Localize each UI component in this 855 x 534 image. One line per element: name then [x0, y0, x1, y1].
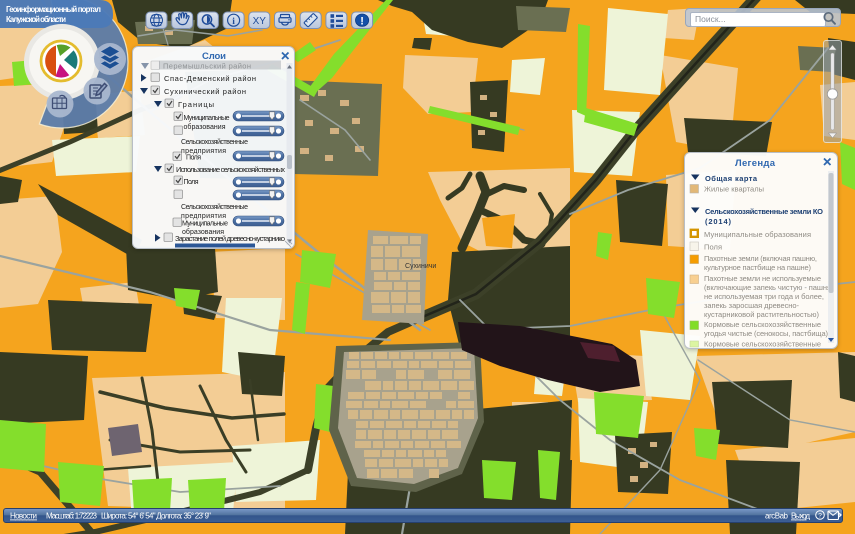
- svg-text:Сельскохозяйственные земли КО: Сельскохозяйственные земли КО: [705, 207, 823, 216]
- svg-text:?: ?: [818, 513, 822, 520]
- svg-text:(включающие запекь чистую - па: (включающие запекь чистую - пашня: [704, 283, 831, 292]
- svg-text:предприятия: предприятия: [181, 213, 226, 220]
- svg-text:Зарастание полей древесно-куст: Зарастание полей древесно-кустарнико: [175, 234, 285, 243]
- svg-text:Муниципальные: Муниципальные: [182, 221, 228, 228]
- svg-text:Легенда: Легенда: [735, 158, 776, 169]
- svg-text:Поля: Поля: [186, 155, 201, 162]
- svg-text:Сельскохозяйственные: Сельскохозяйственные: [181, 203, 248, 211]
- svg-text:Пахотные земли не используемые: Пахотные земли не используемые: [704, 274, 821, 283]
- svg-text:Масштаб: 1:72223: Масштаб: 1:72223: [46, 512, 98, 521]
- svg-text:Границы: Границы: [178, 100, 214, 109]
- svg-text:Поля: Поля: [184, 179, 199, 186]
- svg-text:Сухинический район: Сухинический район: [164, 87, 246, 96]
- svg-text:XY: XY: [253, 16, 267, 27]
- svg-text:Общая карта: Общая карта: [705, 174, 758, 183]
- svg-text:Новости: Новости: [10, 512, 37, 521]
- svg-text:Поля: Поля: [704, 243, 722, 252]
- svg-text:Слои: Слои: [202, 51, 226, 62]
- svg-text:Широта: 54° 6' 54" Долгота: 35: Широта: 54° 6' 54" Долгота: 35° 23' 9": [101, 512, 211, 521]
- svg-text:(2014): (2014): [705, 217, 732, 226]
- svg-text:Сухиничи: Сухиничи: [405, 263, 436, 270]
- svg-text:не используемая три года и бол: не используемая три года и более,: [704, 292, 824, 301]
- svg-text:Пахотные земли (включая пашню,: Пахотные земли (включая пашню,: [704, 254, 817, 263]
- svg-text:образования: образования: [184, 123, 226, 131]
- svg-text:Использование сельскохозяйстве: Использование сельскохозяйственных: [176, 165, 285, 174]
- svg-text:arcBab: arcBab: [765, 512, 789, 521]
- svg-text:!: !: [360, 15, 364, 27]
- svg-text:культурное пастбище на пашне): культурное пастбище на пашне): [704, 263, 812, 272]
- svg-text:Выход: Выход: [791, 512, 810, 521]
- svg-text:Муниципальные образования: Муниципальные образования: [704, 230, 811, 239]
- svg-text:Кормовые сельскохозяйственные: Кормовые сельскохозяйственные: [704, 320, 821, 329]
- svg-text:Жилые кварталы: Жилые кварталы: [704, 185, 764, 194]
- svg-text:Сельскохозяйственные: Сельскохозяйственные: [181, 138, 248, 146]
- svg-text:Муниципальные: Муниципальные: [184, 115, 230, 122]
- svg-text:кустарниковой растительностью): кустарниковой растительностью): [704, 310, 820, 319]
- svg-text:угодья чистые (сенокосы, пастб: угодья чистые (сенокосы, пастбища): [704, 329, 829, 338]
- svg-text:Кормовые сельскохозяйственные: Кормовые сельскохозяйственные: [704, 340, 821, 349]
- svg-text:Спас-Деменский район: Спас-Деменский район: [164, 74, 256, 83]
- svg-text:запекь заросшая древесно-: запекь заросшая древесно-: [704, 301, 800, 310]
- svg-text:i: i: [232, 17, 235, 27]
